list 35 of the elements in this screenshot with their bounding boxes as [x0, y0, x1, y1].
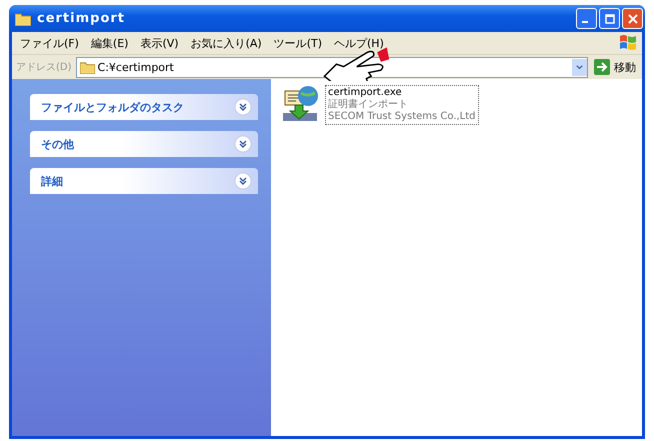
task-panel-header[interactable]: 詳細	[30, 168, 258, 194]
menu-item[interactable]: ヘルプ(H)	[328, 36, 390, 50]
chevron-down-icon	[575, 62, 584, 72]
chevron-down-icon[interactable]	[234, 98, 252, 116]
folder-icon	[15, 12, 31, 26]
panel-title: 詳細	[41, 174, 64, 188]
file-name: certimport.exe	[328, 87, 403, 98]
file-company: SECOM Trust Systems Co.,Ltd	[328, 111, 476, 123]
arrow-right-icon	[594, 59, 610, 75]
minimize-icon	[582, 20, 588, 22]
menu-item[interactable]: 表示(V)	[134, 36, 185, 50]
minimize-button[interactable]	[576, 8, 597, 29]
address-label: アドレス(D)	[16, 61, 72, 74]
maximize-icon	[602, 12, 616, 26]
chevron-down-icon[interactable]	[234, 172, 252, 190]
menu-item[interactable]: ツール(T)	[268, 36, 328, 50]
dropdown-button[interactable]	[572, 58, 587, 76]
window-title: certimport	[37, 11, 126, 26]
chevron-down-icon[interactable]	[234, 135, 252, 153]
close-button[interactable]	[622, 8, 643, 29]
close-icon	[626, 12, 640, 26]
task-panel-header[interactable]: その他	[30, 131, 258, 157]
menu-item[interactable]: お気に入り(A)	[184, 36, 268, 50]
windows-logo-icon	[618, 33, 638, 53]
go-button[interactable]: 移動	[592, 59, 638, 75]
task-panel-header[interactable]: ファイルとフォルダのタスク	[30, 94, 258, 120]
maximize-button[interactable]	[599, 8, 620, 29]
file-description: 証明書インポート	[328, 99, 409, 111]
file-item[interactable]: certimport.exe 証明書インポート SECOM Trust Systems Co.,Ltd	[281, 85, 642, 125]
address-field[interactable]: C:¥certimport	[76, 56, 588, 78]
menu-item[interactable]: 編集(E)	[84, 36, 134, 50]
folder-icon	[80, 60, 95, 74]
panel-title: ファイルとフォルダのタスク	[41, 100, 185, 114]
panel-title: その他	[41, 136, 75, 152]
menu-item[interactable]: ファイル(F)	[14, 36, 85, 50]
